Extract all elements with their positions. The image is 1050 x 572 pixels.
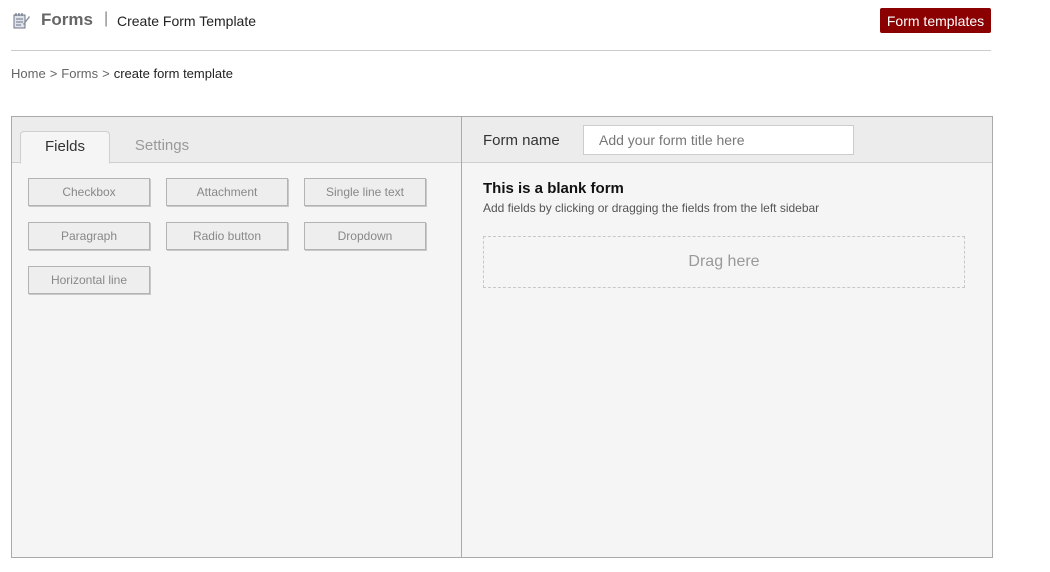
breadcrumb-separator: > [49,66,58,81]
field-attachment-button[interactable]: Attachment [166,178,288,206]
field-dropdown-button[interactable]: Dropdown [304,222,426,250]
page-header: Forms | Create Form Template Form templa… [11,0,991,51]
fields-sidebar: Fields Settings Checkbox Attachment Sing… [12,117,462,557]
field-horizontal-line-button[interactable]: Horizontal line [28,266,150,294]
breadcrumb-current: create form template [113,66,233,81]
field-checkbox-button[interactable]: Checkbox [28,178,150,206]
field-paragraph-button[interactable]: Paragraph [28,222,150,250]
form-builder: Fields Settings Checkbox Attachment Sing… [11,116,993,558]
form-templates-button[interactable]: Form templates [880,8,991,33]
page-title: Create Form Template [117,13,257,29]
breadcrumb-separator: > [102,66,110,81]
breadcrumb-home[interactable]: Home [11,66,46,81]
form-name-bar: Form name [462,117,992,163]
tab-settings[interactable]: Settings [117,131,207,164]
drop-zone[interactable]: Drag here [483,236,965,288]
field-single-line-text-button[interactable]: Single line text [304,178,426,206]
tab-fields[interactable]: Fields [20,131,110,164]
field-radio-button-button[interactable]: Radio button [166,222,288,250]
form-name-label: Form name [483,132,560,149]
sidebar-tabbar: Fields Settings [12,117,461,164]
title-separator: | [104,10,109,27]
blank-form-title: This is a blank form [483,180,624,197]
breadcrumb-forms[interactable]: Forms [61,66,98,81]
notepad-pencil-icon [12,11,30,29]
form-canvas: Form name This is a blank form Add field… [462,117,992,557]
breadcrumb: Home > Forms > create form template [11,66,233,81]
blank-form-hint: Add fields by clicking or dragging the f… [483,201,820,215]
form-name-input[interactable] [583,125,854,155]
app-title: Forms [41,10,93,29]
